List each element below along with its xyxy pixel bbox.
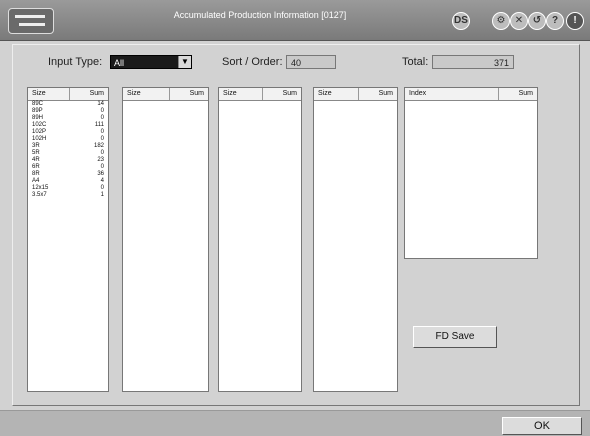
size-cell: 89P [32, 108, 43, 114]
sum-column-header[interactable]: Sum [263, 88, 301, 100]
size-column-header[interactable]: Size [28, 88, 70, 100]
list-item[interactable]: 6R 0 [28, 164, 108, 171]
list-item[interactable]: 12x15 0 [28, 185, 108, 192]
list-header: Size Sum [219, 88, 301, 101]
input-type-select[interactable]: All ▼ [110, 55, 192, 69]
list-header: Size Sum [28, 88, 108, 101]
index-column-header[interactable]: Index [405, 88, 499, 100]
sum-cell: 1 [100, 192, 104, 198]
chevron-down-icon[interactable]: ▼ [178, 56, 191, 68]
help-icon[interactable]: ? [546, 12, 564, 30]
list-item[interactable]: 3R 182 [28, 143, 108, 150]
sum-cell: 0 [100, 185, 104, 191]
sum-cell: 0 [100, 108, 104, 114]
sort-order-field: 40 [286, 55, 336, 69]
size-column-header[interactable]: Size [314, 88, 359, 100]
size-sum-list-1[interactable]: Size Sum 89C 14 89P 0 89H 0 102C 111 102P 0 1… [27, 87, 109, 392]
sum-cell: 36 [97, 171, 104, 177]
size-cell: 5R [32, 150, 40, 156]
size-cell: 3R [32, 143, 40, 149]
ds-icon[interactable]: DS [452, 12, 470, 30]
size-sum-list-3[interactable]: Size Sum [218, 87, 302, 392]
cancel-icon[interactable]: ✕ [510, 12, 528, 30]
sum-column-header[interactable]: Sum [359, 88, 397, 100]
back-icon[interactable]: ↺ [528, 12, 546, 30]
sum-column-header[interactable]: Sum [70, 88, 108, 100]
sum-cell: 182 [93, 143, 104, 149]
input-type-label: Input Type: [48, 56, 103, 68]
list-item[interactable]: 89P 0 [28, 108, 108, 115]
input-type-value: All [114, 58, 125, 68]
alert-icon[interactable]: ! [566, 12, 584, 30]
size-sum-list-4[interactable]: Size Sum [313, 87, 398, 392]
tools-icon[interactable]: ⚙ [492, 12, 510, 30]
total-label: Total: [402, 56, 429, 68]
sum-cell: 0 [100, 115, 104, 121]
size-cell: 12x15 [32, 185, 49, 191]
size-cell: A4 [32, 178, 40, 184]
wrench-app-icon[interactable] [8, 8, 54, 34]
list-item[interactable]: 89C 14 [28, 101, 108, 108]
title-bar: Accumulated Production Information [0127… [0, 0, 590, 41]
size-cell: 89C [32, 101, 44, 107]
list-header: Size Sum [123, 88, 208, 101]
size-cell: 102P [32, 129, 47, 135]
list-item[interactable]: A4 4 [28, 178, 108, 185]
size-sum-list-2[interactable]: Size Sum [122, 87, 209, 392]
sum-cell: 14 [97, 101, 104, 107]
size-cell: 102H [32, 136, 47, 142]
list-item[interactable]: 8R 36 [28, 171, 108, 178]
index-sum-list[interactable]: Index Sum [404, 87, 538, 259]
ok-button[interactable]: OK [502, 417, 582, 435]
size-column-header[interactable]: Size [123, 88, 170, 100]
list-header: Size Sum [314, 88, 397, 101]
size-cell: 8R [32, 171, 40, 177]
size-cell: 3.5x7 [32, 192, 47, 198]
sum-column-header[interactable]: Sum [499, 88, 537, 100]
sort-order-label: Sort / Order: [222, 56, 283, 68]
sum-cell: 111 [94, 122, 104, 128]
sum-cell: 23 [97, 157, 104, 163]
total-field: 371 [432, 55, 514, 69]
sum-cell: 0 [100, 136, 104, 142]
sum-cell: 0 [100, 129, 104, 135]
sum-cell: 0 [100, 150, 104, 156]
list-item[interactable]: 4R 23 [28, 157, 108, 164]
sum-column-header[interactable]: Sum [170, 88, 208, 100]
window-title: Accumulated Production Information [0127… [173, 10, 347, 20]
list-item[interactable]: 5R 0 [28, 150, 108, 157]
list-header: Index Sum [405, 88, 537, 101]
list-item[interactable]: 3.5x7 1 [28, 192, 108, 199]
list-item[interactable]: 102H 0 [28, 136, 108, 143]
size-cell: 89H [32, 115, 44, 121]
size-cell: 4R [32, 157, 40, 163]
list-item[interactable]: 89H 0 [28, 115, 108, 122]
fd-save-button[interactable]: FD Save [413, 326, 497, 348]
sum-cell: 4 [100, 178, 104, 184]
list-item[interactable]: 102C 111 [28, 122, 108, 129]
sum-cell: 0 [100, 164, 104, 170]
size-column-header[interactable]: Size [219, 88, 263, 100]
size-cell: 6R [32, 164, 40, 170]
list-item[interactable]: 102P 0 [28, 129, 108, 136]
size-cell: 102C [32, 122, 47, 128]
